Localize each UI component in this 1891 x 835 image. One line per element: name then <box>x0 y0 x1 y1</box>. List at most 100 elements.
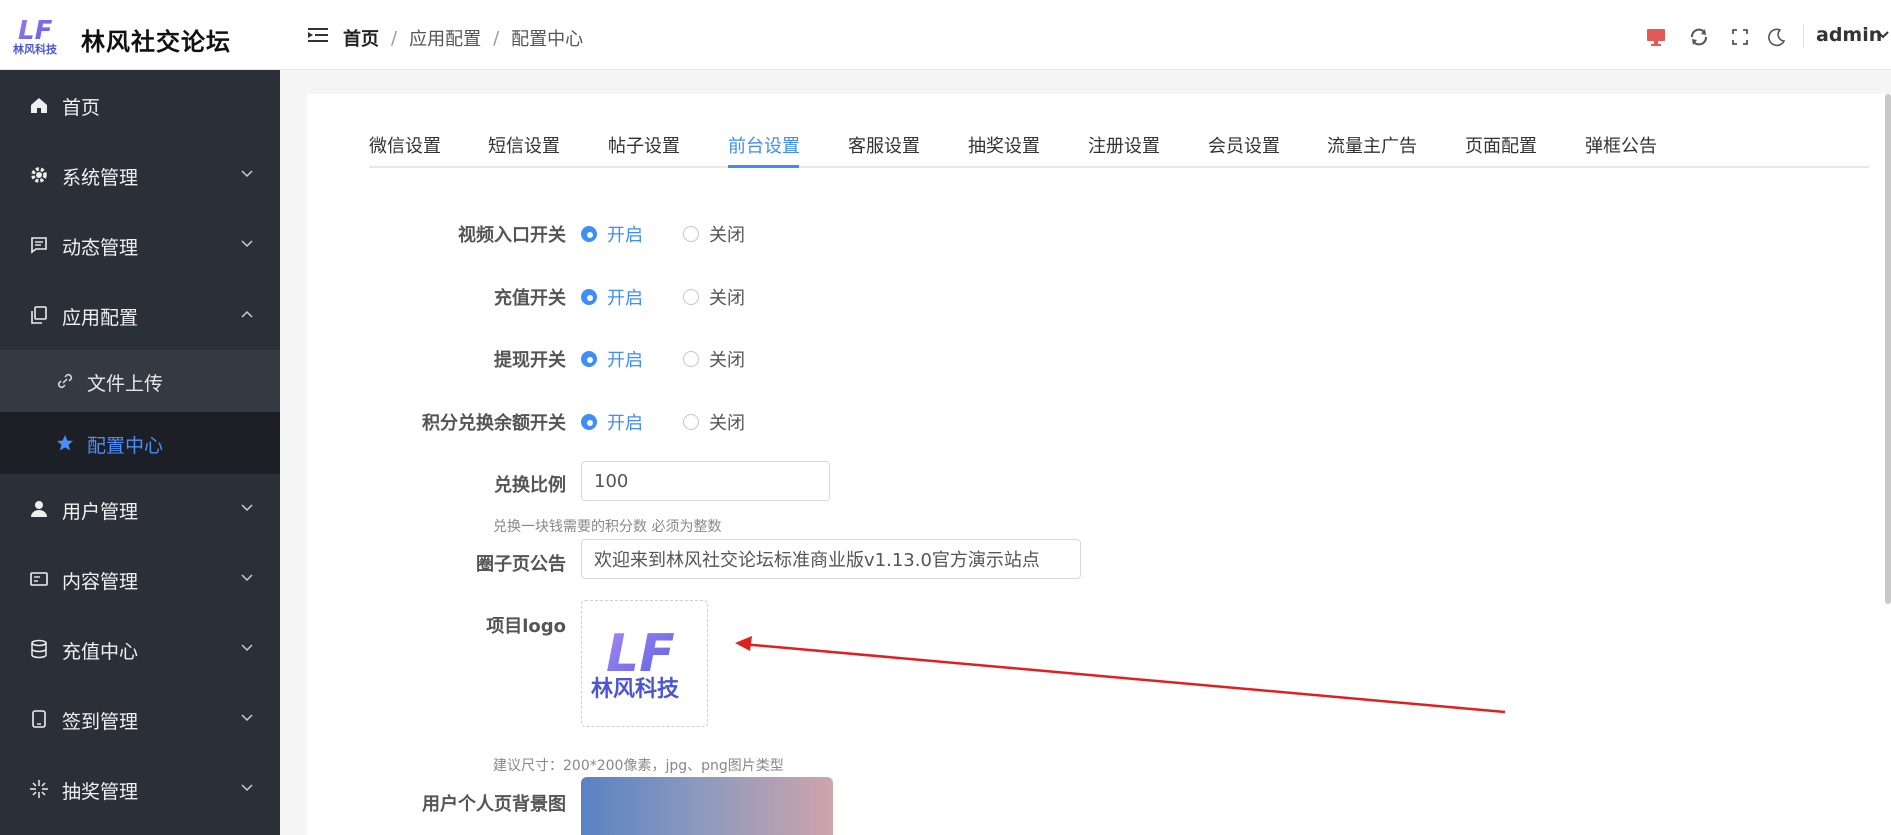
recharge-switch-off-radio[interactable]: 关闭 <box>683 284 745 310</box>
sidebar-subitem-file-upload[interactable]: 文件上传 <box>0 350 280 412</box>
circle-notice-label: 圈子页公告 <box>476 554 566 575</box>
svg-text:林风科技: 林风科技 <box>591 677 680 702</box>
tab-page-config[interactable]: 页面配置 <box>1465 132 1537 158</box>
brand-logo-icon: LF 林风科技 <box>13 16 58 55</box>
sidebar-item-users[interactable]: 用户管理 <box>0 474 280 544</box>
monitor-icon[interactable] <box>1645 26 1667 48</box>
sidebar-item-label: 系统管理 <box>62 167 139 189</box>
points-exchange-switch-label: 积分兑换余额开关 <box>422 413 566 434</box>
sidebar-item-dynamic[interactable]: 动态管理 <box>0 210 280 280</box>
sidebar-item-label: 抽奖管理 <box>62 781 139 803</box>
brand-name: 林风社交论坛 <box>81 28 231 56</box>
chevron-down-icon <box>241 240 253 248</box>
breadcrumb-separator: / <box>391 27 398 49</box>
withdraw-switch-on-radio[interactable]: 开启 <box>581 346 643 372</box>
sidebar-item-label: 签到管理 <box>62 711 139 733</box>
withdraw-switch-off-radio[interactable]: 关闭 <box>683 346 745 372</box>
breadcrumb-config-center: 配置中心 <box>511 29 584 50</box>
sidebar-item-label: 内容管理 <box>62 571 139 593</box>
link-icon <box>57 373 73 389</box>
exchange-ratio-label: 兑换比例 <box>494 475 566 496</box>
tab-customer-service[interactable]: 客服设置 <box>848 132 920 158</box>
sidebar-item-content[interactable]: 内容管理 <box>0 544 280 614</box>
tab-sms[interactable]: 短信设置 <box>488 132 560 158</box>
tab-register[interactable]: 注册设置 <box>1088 132 1160 158</box>
video-switch-on-radio[interactable]: 开启 <box>581 221 643 247</box>
radio-unchecked-icon <box>683 351 699 367</box>
user-icon <box>31 501 47 517</box>
sidebar-item-label: 文件上传 <box>87 373 164 395</box>
tab-post[interactable]: 帖子设置 <box>608 132 680 158</box>
chevron-down-icon[interactable] <box>1876 30 1890 40</box>
svg-text:LF: LF <box>606 624 675 684</box>
sidebar-item-lottery[interactable]: 抽奖管理 <box>0 754 280 824</box>
sidebar-item-label: 动态管理 <box>62 237 139 259</box>
radio-checked-icon <box>581 414 597 430</box>
tab-traffic-ads[interactable]: 流量主广告 <box>1327 132 1417 158</box>
tab-lottery[interactable]: 抽奖设置 <box>968 132 1040 158</box>
sidebar-item-checkin[interactable]: 签到管理 <box>0 684 280 754</box>
project-logo-upload[interactable]: LF 林风科技 <box>581 600 708 727</box>
sidebar-subitem-config-center[interactable]: 配置中心 <box>0 412 280 474</box>
breadcrumb-app-config[interactable]: 应用配置 <box>409 25 481 51</box>
tab-member[interactable]: 会员设置 <box>1208 132 1280 158</box>
settings-tabs: 微信设置 短信设置 帖子设置 前台设置 客服设置 抽奖设置 注册设置 会员设置 … <box>369 126 1869 168</box>
sidebar-item-system[interactable]: 系统管理 <box>0 140 280 210</box>
chevron-up-icon <box>241 310 253 318</box>
logo-size-hint: 建议尺寸：200*200像素，jpg、png图片类型 <box>493 758 784 774</box>
refresh-icon[interactable] <box>1688 26 1710 48</box>
circle-notice-input[interactable]: 欢迎来到林风社交论坛标准商业版v1.13.0官方演示站点 <box>581 539 1081 579</box>
video-switch-label: 视频入口开关 <box>458 225 566 246</box>
menu-fold-icon[interactable] <box>308 27 328 43</box>
chevron-down-icon <box>241 714 253 722</box>
fullscreen-icon[interactable] <box>1729 26 1751 48</box>
top-header: LF 林风科技 林风社交论坛 首页 / 应用配置 / 配置中心 admin <box>0 0 1891 70</box>
points-exchange-off-radio[interactable]: 关闭 <box>683 409 745 435</box>
radio-checked-icon <box>581 226 597 242</box>
user-bg-image[interactable] <box>581 777 833 835</box>
withdraw-switch-label: 提现开关 <box>494 350 566 371</box>
tablet-icon <box>32 710 46 728</box>
sidebar-item-recharge[interactable]: 充值中心 <box>0 614 280 684</box>
chevron-down-icon <box>241 784 253 792</box>
moon-icon[interactable] <box>1766 26 1788 48</box>
sidebar-item-label: 配置中心 <box>87 435 164 457</box>
tab-popup-notice[interactable]: 弹框公告 <box>1585 132 1657 158</box>
sidebar-item-label: 应用配置 <box>62 307 139 329</box>
radio-unchecked-icon <box>683 414 699 430</box>
recharge-switch-on-radio[interactable]: 开启 <box>581 284 643 310</box>
logo[interactable]: LF 林风科技 林风社交论坛 <box>0 0 280 70</box>
sparkle-icon <box>30 780 48 798</box>
svg-text:LF: LF <box>18 16 53 46</box>
message-icon <box>31 237 47 254</box>
user-name[interactable]: admin <box>1816 24 1882 46</box>
sidebar: 首页 系统管理 动态管理 应用配置 文件上传 配置中心 用户管理 内容管理 充值… <box>0 70 280 835</box>
points-exchange-on-radio[interactable]: 开启 <box>581 409 643 435</box>
chevron-down-icon <box>241 644 253 652</box>
star-icon <box>57 435 73 451</box>
exchange-ratio-input[interactable]: 100 <box>581 461 830 501</box>
radio-unchecked-icon <box>683 289 699 305</box>
recharge-switch-label: 充值开关 <box>494 288 566 309</box>
copy-icon <box>31 306 47 324</box>
video-switch-off-radio[interactable]: 关闭 <box>683 221 745 247</box>
chevron-down-icon <box>241 574 253 582</box>
sidebar-item-app-config[interactable]: 应用配置 <box>0 280 280 350</box>
card-icon <box>30 572 48 586</box>
tab-wechat[interactable]: 微信设置 <box>369 132 441 158</box>
sidebar-item-label: 充值中心 <box>62 641 139 663</box>
radio-checked-icon <box>581 351 597 367</box>
radio-unchecked-icon <box>683 226 699 242</box>
home-icon <box>31 98 47 113</box>
gear-icon <box>31 167 47 183</box>
page-scrollbar[interactable] <box>1885 94 1891 604</box>
breadcrumb-home[interactable]: 首页 <box>343 25 379 51</box>
tab-frontend[interactable]: 前台设置 <box>728 132 800 158</box>
sidebar-item-home[interactable]: 首页 <box>0 70 280 140</box>
main-card <box>307 94 1891 835</box>
sidebar-item-label: 首页 <box>62 97 101 119</box>
chevron-down-icon <box>241 504 253 512</box>
project-logo-label: 项目logo <box>486 616 566 637</box>
header-divider <box>1803 24 1804 48</box>
user-bg-label: 用户个人页背景图 <box>422 794 566 815</box>
